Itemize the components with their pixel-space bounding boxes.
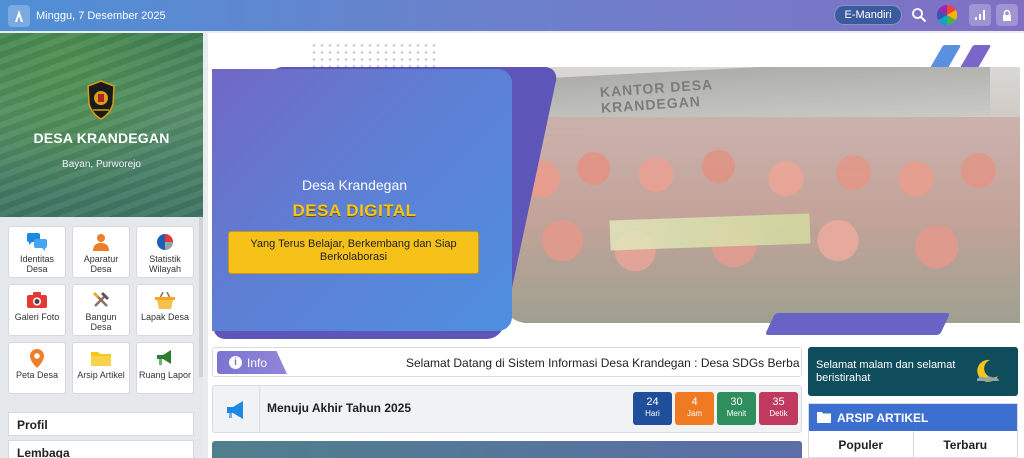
info-label: i Info (217, 351, 287, 374)
tab-populer[interactable]: Populer (809, 431, 914, 458)
basket-icon (155, 290, 175, 310)
menu-tile-identitas-desa[interactable]: Identitas Desa (8, 226, 66, 278)
folder-icon (91, 348, 111, 368)
countdown-unit: Detik (769, 409, 788, 418)
current-date: Minggu, 7 Desember 2025 (36, 9, 166, 22)
info-label-text: Info (247, 355, 268, 370)
e-mandiri-button[interactable]: E-Mandiri (834, 5, 902, 25)
greeting-text: Selamat malam dan selamat beristirahat (816, 359, 956, 384)
tab-terbaru[interactable]: Terbaru (913, 431, 1017, 458)
menu-tile-label: Galeri Foto (14, 312, 60, 322)
banner-panel: Desa Krandegan DESA DIGITAL Yang Terus B… (212, 69, 512, 331)
megaphone-icon (155, 348, 175, 368)
archive-title: ARSIP ARTIKEL (837, 411, 929, 425)
banner-village-name: Desa Krandegan (301, 177, 408, 193)
map-pin-icon (27, 348, 47, 368)
top-bar: Minggu, 7 Desember 2025 E-Mandiri (0, 0, 1024, 31)
menu-tile-bangun-desa[interactable]: Bangun Desa (72, 284, 130, 336)
countdown-title: Menuju Akhir Tahun 2025 (267, 401, 412, 415)
countdown-value: 24 (646, 396, 659, 408)
lock-icon[interactable] (996, 4, 1018, 26)
sidebar-link-profil[interactable]: Profil (8, 412, 194, 436)
banner-tagline: Yang Terus Belajar, Berkembang dan Siap … (228, 231, 479, 274)
countdown-minutes: 30 Menit (717, 392, 756, 425)
archive-header: ARSIP ARTIKEL (809, 404, 1017, 431)
menu-tile-label: Statistik Wilayah (148, 254, 181, 274)
menu-tile-label: Peta Desa (15, 370, 59, 380)
year-end-countdown: Menuju Akhir Tahun 2025 24 Hari 4 Jam 30… (212, 385, 802, 433)
greeting-widget: Selamat malam dan selamat beristirahat (808, 347, 1018, 396)
sidebar-link-lembaga[interactable]: Lembaga (8, 440, 194, 458)
menu-tile-label: Aparatur Desa (83, 254, 119, 274)
menu-tile-label: Ruang Lapor (138, 370, 192, 380)
menu-tile-aparatur-desa[interactable]: Aparatur Desa (72, 226, 130, 278)
countdown-value: 30 (730, 396, 743, 408)
banner-headline: DESA DIGITAL (292, 201, 417, 220)
menu-tile-label: Lapak Desa (140, 312, 190, 322)
ticker-text[interactable]: Selamat Datang di Sistem Informasi Desa … (406, 356, 800, 370)
color-wheel-icon[interactable] (936, 4, 958, 26)
sidebar: DESA KRANDEGAN Bayan, Purworejo Identita… (0, 33, 203, 458)
folder-icon (817, 412, 831, 423)
countdown-unit: Hari (645, 409, 660, 418)
countdown-value: 4 (691, 396, 698, 408)
menu-tile-ruang-lapor[interactable]: Ruang Lapor (136, 342, 194, 394)
menu-tile-peta-desa[interactable]: Peta Desa (8, 342, 66, 394)
tools-icon (91, 290, 111, 310)
camera-icon (27, 290, 47, 310)
menu-tile-galeri-foto[interactable]: Galeri Foto (8, 284, 66, 336)
pie-chart-icon (155, 232, 175, 252)
countdown-hours: 4 Jam (675, 392, 714, 425)
megaphone-icon (227, 401, 243, 419)
menu-tile-statistik-wilayah[interactable]: Statistik Wilayah (136, 226, 194, 278)
info-ticker: i Info Selamat Datang di Sistem Informas… (212, 347, 802, 377)
village-name: DESA KRANDEGAN (33, 130, 170, 146)
decorative-bar (764, 313, 951, 335)
village-hero: DESA KRANDEGAN Bayan, Purworejo (0, 33, 203, 217)
sidebar-scrollbar[interactable] (199, 217, 203, 377)
countdown-unit: Jam (686, 409, 703, 418)
signal-icon[interactable] (969, 4, 991, 26)
menu-tile-label: Bangun Desa (85, 312, 117, 332)
menu-tile-label: Identitas Desa (19, 254, 55, 274)
logo-icon[interactable] (8, 4, 30, 27)
countdown-seconds: 35 Detik (759, 392, 798, 425)
village-crest-icon (87, 80, 115, 120)
search-icon[interactable] (908, 4, 930, 26)
archive-widget: ARSIP ARTIKEL Populer Terbaru (808, 403, 1018, 458)
chat-bubbles-icon (27, 232, 47, 252)
person-icon (91, 232, 111, 252)
village-location: Bayan, Purworejo (62, 159, 141, 170)
countdown-value: 35 (772, 396, 785, 408)
hero-banner: KANTOR DESA KRANDEGAN Desa Krandegan DES… (212, 37, 1020, 339)
menu-tile-arsip-artikel[interactable]: Arsip Artikel (72, 342, 130, 394)
main-content: KANTOR DESA KRANDEGAN Desa Krandegan DES… (208, 33, 1024, 458)
info-icon: i (229, 356, 242, 369)
village-group-photo: KANTOR DESA KRANDEGAN (500, 67, 1020, 323)
archive-tabs: Populer Terbaru (809, 431, 1017, 458)
next-section-header (212, 441, 802, 458)
moon-icon (977, 359, 999, 382)
menu-tile-label: Arsip Artikel (77, 370, 125, 380)
menu-tile-lapak-desa[interactable]: Lapak Desa (136, 284, 194, 336)
countdown-unit: Menit (726, 409, 747, 418)
countdown-days: 24 Hari (633, 392, 672, 425)
